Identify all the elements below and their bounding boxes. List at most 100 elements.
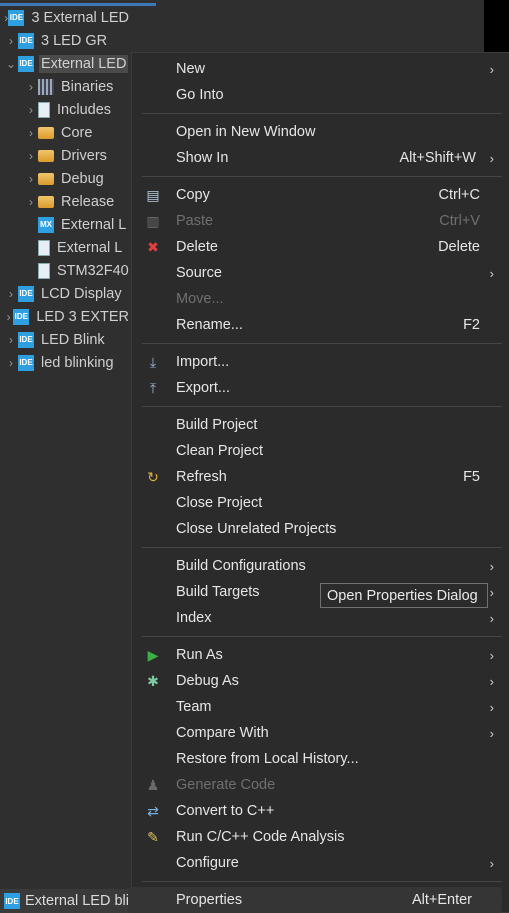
chevron-right-icon: › (489, 61, 494, 77)
chevron-right-icon[interactable]: › (24, 80, 38, 94)
menu-item-label: Build Project (176, 417, 258, 433)
tree-item-led-blinking[interactable]: › IDE led blinking (0, 351, 131, 374)
menu-item-close-project[interactable]: Close Project (132, 490, 509, 516)
menu-item-label: Properties (176, 892, 243, 908)
chevron-right-icon[interactable]: › (4, 333, 18, 347)
menu-item-source[interactable]: Source › (132, 260, 509, 286)
chevron-right-icon[interactable]: › (4, 310, 13, 324)
chevron-right-icon: › (489, 584, 494, 600)
menu-item-label: Move... (176, 291, 224, 307)
menu-item-label: Delete (176, 239, 218, 255)
tree-item-core[interactable]: › Core (0, 121, 131, 144)
menu-item-delete[interactable]: ✖ Delete Delete (132, 234, 509, 260)
chevron-right-icon: › (489, 610, 494, 626)
tree-item-external-led[interactable]: ⌄ IDE External LED (0, 52, 131, 75)
chevron-right-icon[interactable]: › (24, 103, 38, 117)
menu-item-label: Compare With (176, 725, 269, 741)
tree-item-label: Debug (61, 170, 104, 187)
menu-item-import[interactable]: ⤓ Import... (132, 349, 509, 375)
tree-item-label: External LED (39, 54, 129, 73)
menu-item-clean-project[interactable]: Clean Project (132, 438, 509, 464)
menu-item-move: Move... (132, 286, 509, 312)
tree-item-lcd-display[interactable]: › IDE LCD Display (0, 282, 131, 305)
menu-item-index[interactable]: Index › (132, 605, 509, 631)
tree-item-led-3-exter[interactable]: › IDE LED 3 EXTER (0, 305, 131, 328)
ide-icon: IDE (18, 32, 34, 49)
chevron-right-icon: › (489, 647, 494, 663)
context-menu: New › Go Into Open in New Window Show In Alt+… (128, 52, 509, 913)
menu-item-open-in-new-window[interactable]: Open in New Window (132, 119, 509, 145)
mx-icon: MX (38, 216, 54, 233)
menu-separator (142, 636, 502, 637)
menu-item-configure[interactable]: Configure › (132, 850, 509, 876)
tree-item-external-l[interactable]: MX External L (0, 213, 131, 236)
chevron-down-icon[interactable]: ⌄ (4, 57, 18, 71)
menu-item-team[interactable]: Team › (132, 694, 509, 720)
menu-item-label: Close Unrelated Projects (176, 521, 337, 537)
menu-item-run-as[interactable]: ▶ Run As › (132, 642, 509, 668)
menu-item-label: Refresh (176, 469, 227, 485)
shortcut-label: Delete (438, 239, 480, 255)
tree-item-includes[interactable]: › Includes (0, 98, 131, 121)
chevron-right-icon[interactable]: › (4, 34, 18, 48)
chevron-right-icon[interactable]: › (4, 287, 18, 301)
tree-item-debug[interactable]: › Debug (0, 167, 131, 190)
chevron-right-icon[interactable]: › (24, 126, 38, 140)
chevron-right-icon[interactable]: › (4, 356, 18, 370)
chevron-right-icon[interactable]: › (24, 195, 38, 209)
menu-item-copy[interactable]: ▤ Copy Ctrl+C (132, 182, 509, 208)
tree-item-3-external-led[interactable]: › IDE 3 External LED (0, 6, 131, 29)
menu-item-restore-from-local-history[interactable]: Restore from Local History... (132, 746, 509, 772)
menu-item-label: Open in New Window (176, 124, 316, 140)
menu-separator (142, 547, 502, 548)
menu-item-label: New (176, 61, 206, 77)
chevron-right-icon: › (489, 699, 494, 715)
menu-item-label: Build Targets (176, 584, 260, 600)
tree-item-binaries[interactable]: › Binaries (0, 75, 131, 98)
menu-item-compare-with[interactable]: Compare With › (132, 720, 509, 746)
ide-icon: IDE (18, 285, 34, 302)
menu-item-label: Generate Code (176, 777, 276, 793)
menu-item-label: Configure (176, 855, 239, 871)
menu-item-debug-as[interactable]: ✱ Debug As › (132, 668, 509, 694)
menu-item-export[interactable]: ⤒ Export... (132, 375, 509, 401)
menu-item-paste: ▥ Paste Ctrl+V (132, 208, 509, 234)
tree-item-release[interactable]: › Release (0, 190, 131, 213)
menu-item-build-project[interactable]: Build Project (132, 412, 509, 438)
tree-item-3-led-gr[interactable]: › IDE 3 LED GR (0, 29, 131, 52)
menu-item-go-into[interactable]: Go Into (132, 82, 509, 108)
menu-item-run-c-c-code-analysis[interactable]: ✎ Run C/C++ Code Analysis (132, 824, 509, 850)
tree-item-stm32f40[interactable]: STM32F40 (0, 259, 131, 282)
menu-separator (142, 406, 502, 407)
folder-icon (38, 195, 54, 208)
menu-item-show-in[interactable]: Show In Alt+Shift+W › (132, 145, 509, 171)
shortcut-label: F5 (463, 469, 480, 485)
menu-item-convert-to-c[interactable]: ⇄ Convert to C++ (132, 798, 509, 824)
menu-item-new[interactable]: New › (132, 56, 509, 82)
ide-icon: IDE (8, 9, 25, 26)
chevron-right-icon: › (489, 558, 494, 574)
tree-item-label: Release (61, 193, 115, 210)
menu-item-label: Paste (176, 213, 214, 229)
tree-item-label: LED 3 EXTER (36, 308, 129, 325)
code-analysis-icon: ✎ (147, 828, 159, 845)
menu-item-label: Go Into (176, 87, 224, 103)
menu-item-generate-code: ♟ Generate Code (132, 772, 509, 798)
menu-item-label: Close Project (176, 495, 263, 511)
menu-item-close-unrelated-projects[interactable]: Close Unrelated Projects (132, 516, 509, 542)
menu-item-build-configurations[interactable]: Build Configurations › (132, 553, 509, 579)
tree-item-led-blink[interactable]: › IDE LED Blink (0, 328, 131, 351)
menu-separator (142, 343, 502, 344)
ide-icon: IDE (18, 55, 34, 72)
debug-icon: ✱ (147, 672, 159, 689)
menu-item-properties[interactable]: Properties Alt+Enter (128, 887, 502, 913)
menu-item-refresh[interactable]: ↻ Refresh F5 (132, 464, 509, 490)
tree-item-external-l[interactable]: External L (0, 236, 131, 259)
menu-item-rename[interactable]: Rename... F2 (132, 312, 509, 338)
chevron-right-icon[interactable]: › (24, 172, 38, 186)
chevron-right-icon[interactable]: › (24, 149, 38, 163)
tree-item-label: Drivers (61, 147, 107, 164)
tree-item-label: LCD Display (41, 285, 122, 302)
tree-item-drivers[interactable]: › Drivers (0, 144, 131, 167)
menu-item-label: Index (176, 610, 212, 626)
